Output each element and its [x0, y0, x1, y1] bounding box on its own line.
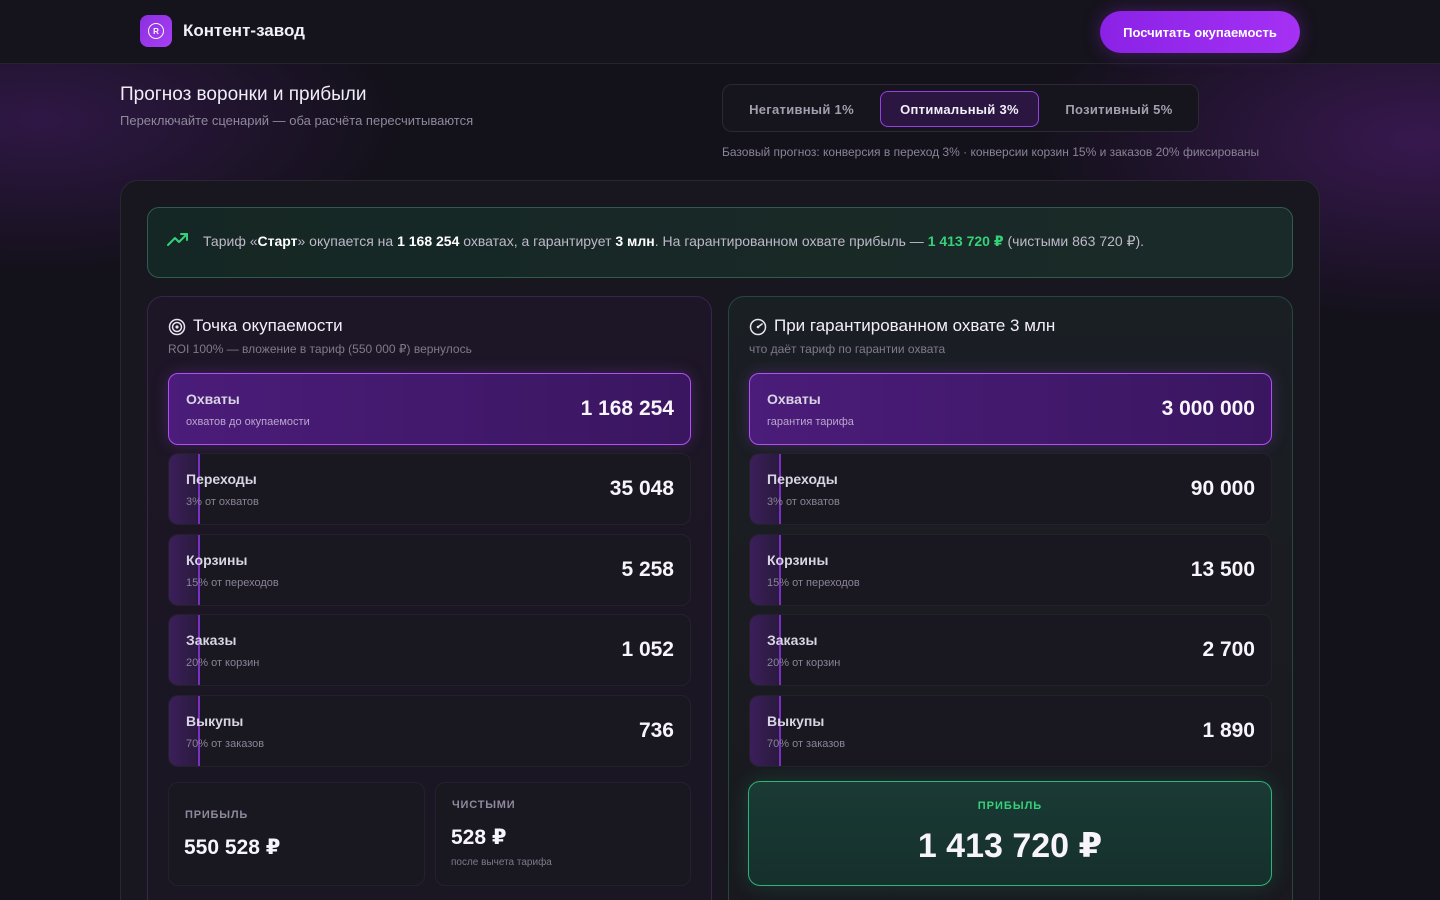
row-value: 13 500	[1190, 558, 1255, 581]
row-value: 1 168 254	[580, 397, 674, 420]
summary-part: » окупается на	[297, 233, 398, 249]
right-row-purchases: Выкупы 70% от заказов 1 890	[749, 695, 1272, 767]
summary-part: (чистыми 863 720 ₽).	[1003, 233, 1145, 249]
trend-up-icon	[167, 233, 188, 246]
row-label: Выкупы	[767, 713, 825, 729]
row-label: Корзины	[186, 552, 248, 568]
summary-part: охватах, а гарантирует	[459, 233, 616, 249]
target-icon	[168, 318, 186, 336]
brand-name[interactable]: Контент-завод	[183, 21, 305, 41]
right-row-clicks: Переходы 3% от охватов 90 000	[749, 453, 1272, 525]
funnel-bar	[750, 696, 782, 766]
profit-value: 550 528 ₽	[184, 836, 281, 859]
funnel-bar	[750, 454, 782, 524]
row-value: 35 048	[609, 477, 674, 500]
scenario-switcher: Негативный 1% Оптимальный 3% Позитивный …	[722, 84, 1199, 132]
scenario-note: Базовый прогноз: конверсия в переход 3% …	[722, 145, 1260, 159]
page-subtitle: Переключайте сценарий — оба расчёта пере…	[120, 113, 474, 128]
net-hint: после вычета тарифа	[451, 857, 552, 868]
left-row-carts: Корзины 15% от переходов 5 258	[168, 534, 691, 606]
summary-part: . На гарантированном охвате прибыль —	[654, 233, 928, 249]
net-profit-box: ЧИСТЫМИ 528 ₽ после вычета тарифа	[435, 782, 691, 886]
row-hint: 3% от охватов	[767, 496, 840, 508]
right-row-orders: Заказы 20% от корзин 2 700	[749, 614, 1272, 686]
scenario-positive-tab[interactable]: Позитивный 5%	[1045, 91, 1193, 127]
funnel-bar	[169, 696, 201, 766]
funnel-bar	[169, 535, 201, 605]
profit-caption: ПРИБЫЛЬ	[185, 809, 249, 821]
row-hint: 70% от заказов	[186, 738, 265, 750]
scenario-negative-tab[interactable]: Негативный 1%	[729, 91, 874, 127]
left-row-purchases: Выкупы 70% от заказов 736	[168, 695, 691, 767]
gauge-icon	[749, 318, 767, 336]
funnel-bar	[169, 615, 201, 685]
row-label: Охваты	[186, 391, 240, 407]
logo-icon[interactable]: R	[140, 15, 172, 47]
funnel-bar	[169, 454, 201, 524]
row-value: 2 700	[1202, 638, 1255, 661]
row-label: Заказы	[767, 632, 818, 648]
left-row-clicks: Переходы 3% от охватов 35 048	[168, 453, 691, 525]
guaranteed-profit-box: ПРИБЫЛЬ 1 413 720 ₽	[748, 781, 1272, 886]
right-row-carts: Корзины 15% от переходов 13 500	[749, 534, 1272, 606]
page-title: Прогноз воронки и прибыли	[120, 84, 367, 105]
net-caption: ЧИСТЫМИ	[452, 799, 516, 811]
tariff-name: Старт	[257, 233, 298, 249]
guaranteed-profit-value: 1 413 720 ₽	[917, 827, 1103, 865]
guaranteed-profit-caption: ПРИБЫЛЬ	[977, 800, 1043, 812]
funnel-bar	[750, 615, 782, 685]
breakeven-subtitle: ROI 100% — вложение в тариф (550 000 ₽) …	[168, 342, 472, 356]
row-label: Корзины	[767, 552, 829, 568]
scenario-optimal-tab[interactable]: Оптимальный 3%	[880, 91, 1039, 127]
summary-text: Тариф «Старт» окупается на 1 168 254 охв…	[203, 233, 1144, 250]
left-row-orders: Заказы 20% от корзин 1 052	[168, 614, 691, 686]
calculate-payback-button[interactable]: Посчитать окупаемость	[1100, 11, 1300, 53]
breakeven-reach: 1 168 254	[397, 233, 460, 249]
row-label: Заказы	[186, 632, 237, 648]
row-value: 3 000 000	[1161, 397, 1255, 420]
guaranteed-reach: 3 млн	[615, 233, 655, 249]
logo-letter: R	[148, 23, 164, 39]
funnel-bar	[750, 535, 782, 605]
row-value: 1 052	[621, 638, 674, 661]
row-label: Переходы	[767, 471, 838, 487]
row-value: 90 000	[1190, 477, 1255, 500]
guaranteed-title: При гарантированном охвате 3 млн	[774, 316, 1056, 335]
row-hint: 20% от корзин	[186, 657, 260, 669]
guaranteed-subtitle: что даёт тариф по гарантии охвата	[749, 342, 946, 356]
row-label: Охваты	[767, 391, 821, 407]
row-hint: 15% от переходов	[767, 577, 860, 589]
right-row-reach: Охваты гарантия тарифа 3 000 000	[749, 373, 1272, 445]
summary-part: Тариф «	[203, 233, 258, 249]
row-hint: охватов до окупаемости	[186, 416, 310, 428]
profit-box: ПРИБЫЛЬ 550 528 ₽	[168, 782, 425, 886]
top-bar: R Контент-завод Посчитать окупаемость	[0, 0, 1440, 64]
guaranteed-profit: 1 413 720 ₽	[927, 233, 1004, 249]
row-hint: 20% от корзин	[767, 657, 841, 669]
row-hint: 70% от заказов	[767, 738, 846, 750]
net-value: 528 ₽	[451, 826, 507, 849]
row-value: 1 890	[1202, 719, 1255, 742]
row-value: 5 258	[621, 558, 674, 581]
left-row-reach: Охваты охватов до окупаемости 1 168 254	[168, 373, 691, 445]
row-label: Переходы	[186, 471, 257, 487]
row-hint: 15% от переходов	[186, 577, 279, 589]
row-hint: гарантия тарифа	[767, 416, 854, 428]
row-hint: 3% от охватов	[186, 496, 259, 508]
breakeven-title: Точка окупаемости	[193, 316, 343, 335]
row-label: Выкупы	[186, 713, 244, 729]
row-value: 736	[638, 719, 674, 742]
